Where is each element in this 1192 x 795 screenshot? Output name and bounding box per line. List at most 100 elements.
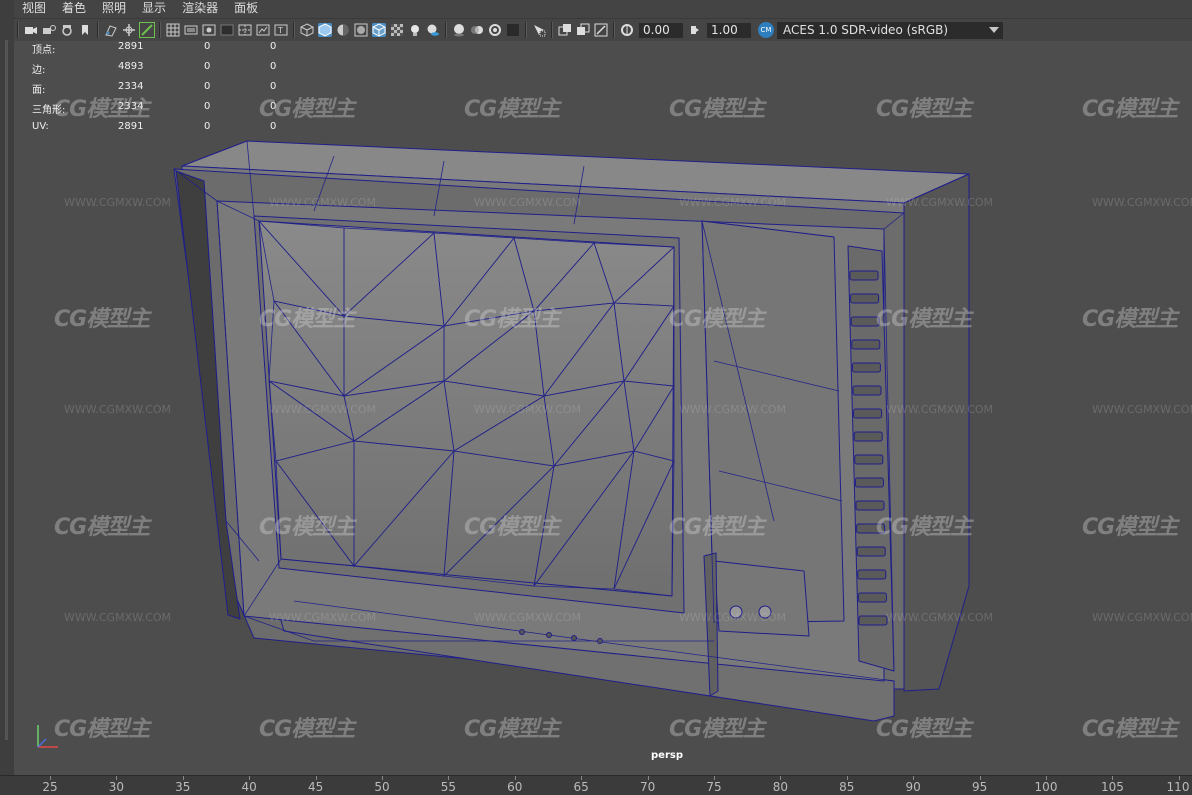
shadows-icon[interactable] (426, 23, 440, 37)
ruler-tick-label: 100 (1034, 780, 1058, 794)
gamma-icon[interactable] (688, 23, 702, 37)
multisample-aa-icon[interactable] (488, 23, 502, 37)
textured-icon[interactable] (372, 23, 386, 37)
hud-label: 顶点: (32, 45, 56, 56)
watermark-logo: CG模型主 (259, 515, 355, 540)
wireframe-on-shaded-icon[interactable] (354, 23, 368, 37)
watermark-url: WWW.CGMXW.COM (1092, 611, 1192, 624)
gamma-field[interactable]: 1.00 (707, 22, 751, 38)
watermark-logo: CG模型主 (464, 307, 560, 332)
xray-active-icon[interactable] (558, 23, 572, 37)
grid-icon[interactable] (166, 23, 180, 37)
ruler-tick-label: 80 (772, 780, 789, 794)
toolbar-separator (445, 22, 447, 38)
motion-blur-icon[interactable] (470, 23, 484, 37)
lights-icon[interactable] (408, 23, 422, 37)
watermark-logo: CG模型主 (259, 717, 355, 742)
watermark-logo: CG模型主 (54, 307, 150, 332)
gate-mask-icon[interactable] (220, 23, 234, 37)
time-slider-ruler[interactable]: 25 30 35 40 45 50 55 60 65 70 75 80 85 90 95 100 105 110 (0, 775, 1192, 795)
hud-selected: 0 (204, 121, 211, 132)
watermark-logo: CG模型主 (464, 717, 560, 742)
watermark-logo: CG模型主 (876, 307, 972, 332)
hud-selected: 0 (204, 41, 211, 52)
image-plane-icon[interactable] (104, 23, 118, 37)
toolbar-separator (97, 22, 99, 38)
menu-lighting[interactable]: 照明 (94, 0, 134, 17)
tv-wireframe-model (173, 140, 970, 722)
watermark-url: WWW.CGMXW.COM (1092, 403, 1192, 416)
wireframe-icon[interactable] (300, 23, 314, 37)
ruler-tick-label: 75 (706, 780, 722, 794)
hud-total: 4893 (118, 61, 144, 72)
watermark-logo: CG模型主 (1082, 307, 1178, 332)
camera-icon[interactable] (24, 23, 38, 37)
camera-attr-icon[interactable] (60, 23, 74, 37)
ruler-tick-label: 70 (639, 780, 656, 794)
watermark-logo: CG模型主 (876, 717, 972, 742)
watermark-url: WWW.CGMXW.COM (886, 403, 994, 416)
watermark-url: WWW.CGMXW.COM (886, 196, 994, 209)
color-space-dropdown[interactable]: ACES 1.0 SDR-video (sRGB) (777, 21, 1003, 39)
watermark-logo: CG模型主 (669, 97, 765, 122)
ruler-tick-label: 45 (307, 780, 324, 794)
ruler-tick-label: 60 (507, 780, 523, 794)
hud-selected: 0 (204, 101, 211, 112)
watermark-logo: CG模型主 (1082, 717, 1178, 742)
maya-viewport-window: 视图 着色 照明 显示 渲染器 面板 T 0.00 1.00 CM ACES 1… (0, 0, 1192, 795)
color-management-icon[interactable]: CM (758, 22, 774, 38)
panel-resize-handle[interactable] (5, 40, 8, 740)
default-material-icon[interactable] (336, 23, 350, 37)
ruler-tick-label: 95 (971, 780, 988, 794)
field-chart-icon[interactable] (238, 23, 252, 37)
hud-label: 边: (32, 65, 46, 76)
ruler-tick-label: 110 (1166, 780, 1190, 794)
watermark-logo: CG模型主 (54, 97, 150, 122)
camera-lock-icon[interactable] (42, 23, 56, 37)
exposure-icon[interactable] (620, 23, 634, 37)
ruler-tick-label: 40 (241, 780, 257, 794)
color-space-value: ACES 1.0 SDR-video (sRGB) (783, 22, 949, 37)
ruler-tick-label: 25 (42, 780, 58, 794)
watermark-url: WWW.CGMXW.COM (269, 403, 377, 416)
depth-of-field-icon[interactable] (506, 23, 520, 37)
watermark-logo: CG模型主 (464, 97, 560, 122)
pan-zoom-icon[interactable] (122, 23, 136, 37)
watermark-logo: CG模型主 (669, 307, 765, 332)
menu-panels[interactable]: 面板 (226, 0, 266, 17)
watermark-url: WWW.CGMXW.COM (1092, 196, 1192, 209)
hud-row: UV: 2891 0 0 (32, 121, 302, 141)
bookmark-icon[interactable] (78, 23, 92, 37)
watermark-url: WWW.CGMXW.COM (679, 196, 787, 209)
film-gate-icon[interactable] (184, 23, 198, 37)
safe-title-icon[interactable]: T (274, 23, 288, 37)
isolate-select-icon[interactable] (532, 23, 546, 37)
watermark-url: WWW.CGMXW.COM (269, 196, 377, 209)
hud-tri: 0 (270, 61, 277, 72)
toolbar-separator (17, 22, 19, 38)
exposure-field[interactable]: 0.00 (639, 22, 683, 38)
watermark-logo: CG模型主 (464, 515, 560, 540)
panel-toolbar: T 0.00 1.00 CM ACES 1.0 SDR-video (sRGB) (14, 18, 1192, 42)
menu-renderer[interactable]: 渲染器 (174, 0, 226, 17)
safe-action-icon[interactable] (256, 23, 270, 37)
chevron-down-icon (989, 26, 999, 33)
menu-shading[interactable]: 着色 (54, 0, 94, 17)
panel-menu-bar: 视图 着色 照明 显示 渲染器 面板 (14, 0, 1192, 17)
toolbar-separator (551, 22, 553, 38)
menu-view[interactable]: 视图 (14, 0, 54, 17)
backface-culling-icon[interactable] (594, 23, 608, 37)
smooth-shade-icon[interactable] (318, 23, 332, 37)
watermark-url: WWW.CGMXW.COM (679, 611, 787, 624)
screen-space-ao-icon[interactable] (452, 23, 466, 37)
resolution-gate-icon[interactable] (202, 23, 216, 37)
3d-viewport[interactable]: 顶点: 2891 0 0 边: 4893 0 0 面: 2334 0 0 三角形: 2334 0 0 UV: 28… (14, 41, 1192, 775)
xray-icon[interactable] (390, 23, 404, 37)
grease-pencil-icon[interactable] (139, 22, 155, 38)
watermark-url: WWW.CGMXW.COM (474, 403, 582, 416)
ruler-tick-label: 85 (839, 780, 855, 794)
svg-text:T: T (277, 26, 283, 35)
xray-joints-icon[interactable] (576, 23, 590, 37)
menu-show[interactable]: 显示 (134, 0, 174, 17)
toolbar-separator (159, 22, 161, 38)
